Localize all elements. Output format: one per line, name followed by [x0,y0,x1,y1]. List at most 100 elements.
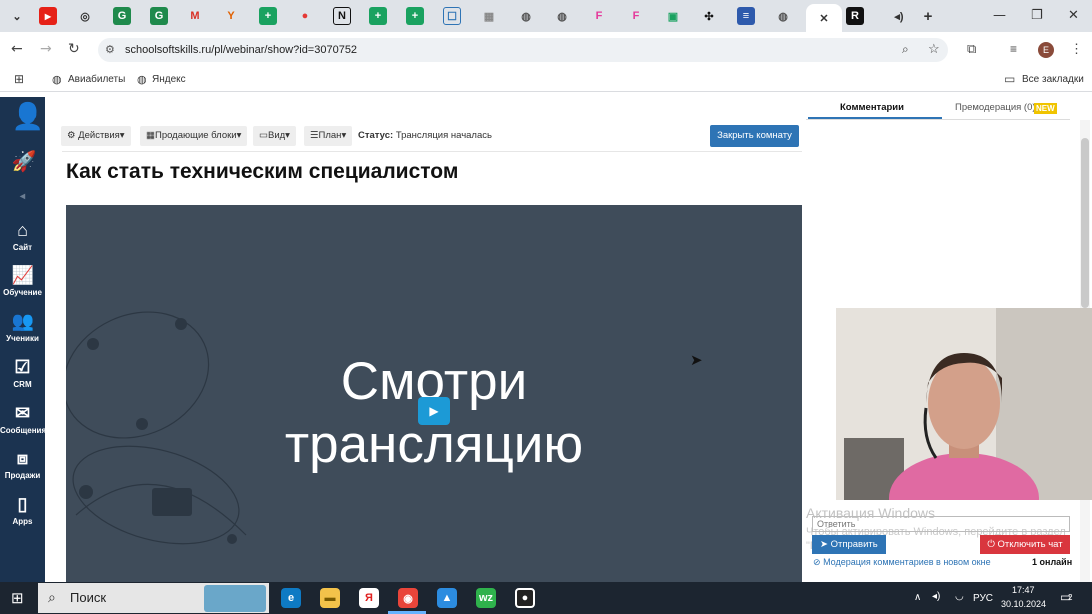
sidebar-item-learning[interactable]: 📈 Обучение [0,264,45,297]
sidebar-item-sales[interactable]: ⧈ Продажи [0,447,45,480]
browser-tab-bar: ⌄ ▶ ◎ G G M Y + ● N + + ☐ ▦ ◍ ◍ F F ▣ ✣ … [0,0,1092,32]
sidebar-item-students[interactable]: 👥 Ученики [0,310,45,343]
video-player[interactable]: Смотри трансляцию ▶ ➤ [66,205,802,582]
search-icon: ⌕ [48,589,56,605]
folder-icon: ▭ [1004,72,1016,86]
tab-icon[interactable]: G [113,7,131,25]
broadcast-status: Статус: Трансляция началась [358,130,492,141]
site-info-icon[interactable]: ⚙ [105,43,115,56]
chrome-icon[interactable]: ◉ [398,588,418,608]
window-close-icon[interactable]: ✕ [1068,8,1079,23]
tab-audio-icon[interactable]: ◂) [890,7,908,25]
plan-dropdown[interactable]: ☰План▾ [304,126,353,146]
tab-list-icon[interactable]: ⌄ [8,7,26,25]
tray-expand-icon[interactable]: ∧ [914,592,921,603]
tab-sheets-icon[interactable]: + [406,7,424,25]
clock-time[interactable]: 17:47 [1012,585,1035,595]
new-tab-icon[interactable]: + [919,7,937,25]
restore-icon[interactable]: ❐ [1031,8,1043,23]
block-icon: ⊘ [813,557,821,567]
clock-date[interactable]: 30.10.2024 [1001,599,1046,609]
zoom-icon[interactable]: ⌕ [902,42,909,57]
play-icon[interactable]: ▶ [418,397,450,425]
tab-icon[interactable]: ◎ [76,7,94,25]
reply-input[interactable]: Ответить [812,516,1070,532]
tab-icon[interactable]: ☐ [443,7,461,25]
tab-icon[interactable]: R [846,7,864,25]
moderation-new-window-link[interactable]: ⊘ Модерация комментариев в новом окне [813,557,991,568]
tab-youtube-icon[interactable]: ▶ [39,7,57,25]
tab-active-close-icon[interactable]: ✕ [806,4,842,32]
obs-icon[interactable]: ● [515,588,535,608]
send-button[interactable]: ➤ Отправить [812,535,886,554]
menu-icon[interactable]: ⋮ [1070,41,1083,57]
disconnect-chat-button[interactable]: ⏻ Отключить чат [980,535,1070,554]
divider [62,151,802,152]
tab-icon[interactable]: ▦ [480,7,498,25]
scrollbar-thumb[interactable] [1081,138,1089,308]
sidebar-item-messages[interactable]: ✉ Сообщения [0,402,46,435]
view-dropdown[interactable]: ▭Вид▾ [253,126,296,146]
tab-moderation[interactable]: Премодерация (0) [955,102,1036,113]
sidebar-item-apps[interactable]: ▯ Apps [0,493,45,526]
actions-dropdown[interactable]: ⚙ Действия▾ [61,126,131,146]
tab-apps-icon[interactable]: ✣ [700,7,718,25]
tab-figma-icon[interactable]: F [590,7,608,25]
tab-figma-icon[interactable]: F [627,7,645,25]
bookmark-star-icon[interactable]: ☆ [928,41,940,57]
url-text[interactable]: schoolsoftskills.ru/pl/webinar/show?id=3… [125,44,357,56]
tab-icon[interactable]: G [150,7,168,25]
online-count: 1 онлайн [1032,557,1073,567]
yandex-browser-icon[interactable]: Я [359,588,379,608]
network-icon[interactable]: ◡ [955,591,964,602]
file-explorer-icon[interactable]: ▬ [320,588,340,608]
home-icon: ⌂ [17,220,28,240]
phone-icon: ▯ [17,494,28,514]
tab-globe-icon[interactable]: ◍ [553,7,571,25]
profile-avatar-icon[interactable]: 👤 [0,103,45,129]
search-highlight-image [204,585,266,612]
profile-avatar[interactable]: E [1038,42,1054,58]
sidebar-item-site[interactable]: ⌂ Сайт [0,219,45,252]
windows-start-icon[interactable]: ⊞ [11,589,24,607]
tab-maps-icon[interactable]: ● [296,7,314,25]
extensions-icon[interactable]: ⧉ [967,41,976,57]
language-indicator[interactable]: РУС [973,593,993,604]
photos-icon[interactable]: ▲ [437,588,457,608]
tab-notion-icon[interactable]: N [333,7,351,25]
bookmark-aviabilety[interactable]: Авиабилеты [68,74,125,85]
gears-icon: ⚙ [67,130,76,141]
globe-icon: ◍ [52,74,62,86]
sidebar-item-crm[interactable]: ☑ CRM [0,356,45,389]
chart-icon: 📈 [11,265,34,285]
forward-icon[interactable]: → [40,41,52,57]
divider [806,119,1070,120]
sell-blocks-dropdown[interactable]: ▦Продающие блоки▾ [140,126,248,146]
back-icon[interactable]: ← [11,41,23,57]
tab-globe-icon[interactable]: ◍ [517,7,535,25]
volume-icon[interactable]: ◂) [932,591,940,602]
rocket-icon[interactable]: 🚀 [0,151,45,175]
tab-docs-icon[interactable]: ≡ [737,7,755,25]
power-icon: ⏻ [987,539,995,550]
new-badge: NEW [1034,103,1057,114]
bookmark-yandex[interactable]: Яндекс [152,74,186,85]
media-icon[interactable]: ≡ [1010,42,1017,56]
all-bookmarks[interactable]: Все закладки [1022,74,1084,85]
tab-image-icon[interactable]: ▣ [664,7,682,25]
edge-icon[interactable]: e [281,588,301,608]
collapse-arrow-icon[interactable]: ◂ [0,191,45,202]
tab-sheets-icon[interactable]: + [259,7,277,25]
apps-grid-icon[interactable]: ⊞ [14,72,24,86]
wz-icon[interactable]: wz [476,588,496,608]
page-title: Как стать техническим специалистом [66,160,459,183]
tab-icon[interactable]: Y [222,7,240,25]
tab-gmail-icon[interactable]: M [186,7,204,25]
close-room-button[interactable]: Закрыть комнату [710,125,799,147]
minimize-icon[interactable]: — [993,8,1006,23]
tab-sheets-icon[interactable]: + [369,7,387,25]
tab-comments[interactable]: Комментарии [840,102,904,113]
reload-icon[interactable]: ↻ [68,41,80,57]
tab-globe-icon[interactable]: ◍ [774,7,792,25]
paper-plane-icon: ➤ [820,539,828,550]
